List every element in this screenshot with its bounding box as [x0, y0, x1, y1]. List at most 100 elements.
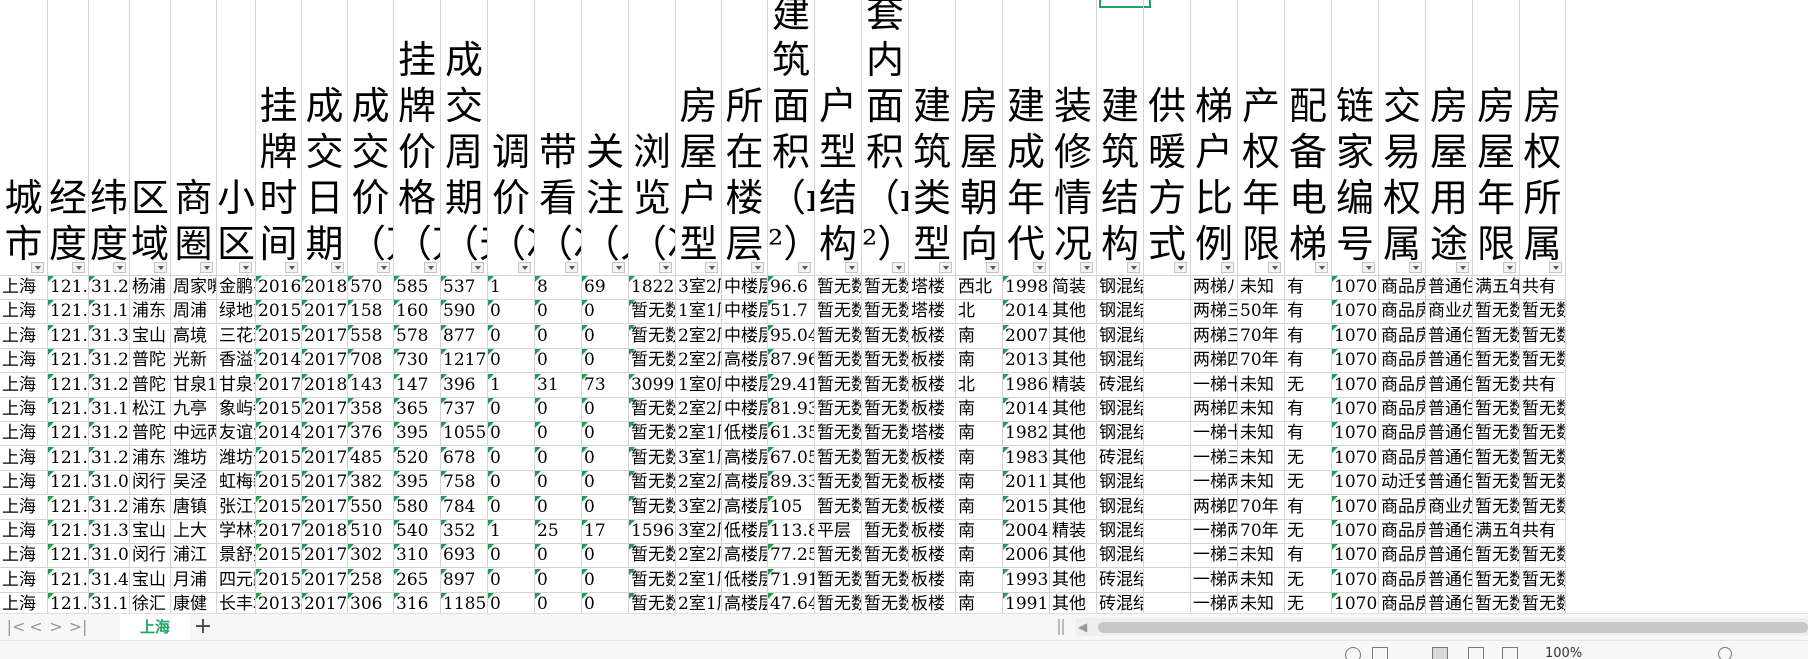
table-cell[interactable]: 121.5: [48, 446, 89, 471]
table-cell[interactable]: 浦东: [130, 446, 171, 471]
table-cell[interactable]: 甘泉1: [171, 373, 217, 398]
table-cell[interactable]: 南: [956, 568, 1003, 593]
table-cell[interactable]: 普通住: [1426, 373, 1473, 398]
table-cell[interactable]: 暂无数: [1473, 446, 1520, 471]
table-cell[interactable]: 暂无数: [815, 324, 862, 349]
filter-dropdown-icon[interactable]: [200, 262, 213, 273]
table-cell[interactable]: 北: [956, 373, 1003, 398]
table-cell[interactable]: 31.10: [89, 300, 130, 325]
table-cell[interactable]: 0: [535, 471, 582, 496]
table-cell[interactable]: 暂无数: [1473, 324, 1520, 349]
table-cell[interactable]: 潍坊十: [217, 446, 256, 471]
table-cell[interactable]: 其他: [1050, 593, 1097, 613]
table-cell[interactable]: 678: [441, 446, 488, 471]
table-cell[interactable]: 暂无数: [815, 593, 862, 613]
table-cell[interactable]: 2004: [1003, 520, 1050, 544]
table-cell[interactable]: 两梯三: [1191, 324, 1238, 349]
table-cell[interactable]: 70年: [1238, 324, 1285, 349]
table-cell[interactable]: 105: [768, 495, 815, 520]
table-cell[interactable]: 758: [441, 471, 488, 496]
table-cell[interactable]: 暂无数: [862, 398, 909, 422]
table-cell[interactable]: 绿地东: [217, 300, 256, 325]
table-cell[interactable]: 无: [1285, 568, 1332, 593]
table-cell[interactable]: 121.5: [48, 276, 89, 300]
table-cell[interactable]: 121.3: [48, 398, 89, 422]
table-cell[interactable]: 0: [488, 544, 535, 569]
table-cell[interactable]: 两梯四: [1191, 398, 1238, 422]
table-cell[interactable]: 普通住: [1426, 446, 1473, 471]
table-cell[interactable]: 2016.1: [256, 276, 302, 300]
table-cell[interactable]: 简装: [1050, 276, 1097, 300]
table-cell[interactable]: 1982: [1003, 422, 1050, 447]
table-cell[interactable]: 普通住: [1426, 422, 1473, 447]
table-cell[interactable]: 0: [488, 324, 535, 349]
table-cell[interactable]: 上海: [0, 349, 48, 374]
table-cell[interactable]: 316: [394, 593, 441, 613]
table-cell[interactable]: 2015.0: [256, 471, 302, 496]
table-cell[interactable]: 87.96: [768, 349, 815, 374]
table-cell[interactable]: 暂无数: [815, 495, 862, 520]
table-cell[interactable]: 钢混结构: [1097, 324, 1144, 349]
table-cell[interactable]: 上海: [0, 593, 48, 613]
table-cell[interactable]: 708: [348, 349, 394, 374]
table-cell[interactable]: 3室1厅: [676, 446, 722, 471]
table-cell[interactable]: 121.4: [48, 593, 89, 613]
table-cell[interactable]: [1144, 544, 1191, 569]
table-cell[interactable]: [1144, 520, 1191, 544]
table-cell[interactable]: 浦江: [171, 544, 217, 569]
table-cell[interactable]: 有: [1285, 495, 1332, 520]
table-cell[interactable]: 10700(: [1332, 544, 1379, 569]
table-cell[interactable]: 160: [394, 300, 441, 325]
sheet-tab-shanghai[interactable]: 上海: [120, 614, 190, 642]
spreadsheet-grid[interactable]: 城市经度纬度区域商圈小区挂牌时间成交日期成交价（万）挂牌价格（万）成交周期（天）…: [0, 0, 1808, 613]
table-cell[interactable]: 钢混结构: [1097, 276, 1144, 300]
horizontal-scrollbar[interactable]: ◀: [1076, 618, 1808, 636]
table-cell[interactable]: 无: [1285, 593, 1332, 613]
table-cell[interactable]: 暂无数: [815, 300, 862, 325]
table-cell[interactable]: 2室2厅: [676, 544, 722, 569]
table-cell[interactable]: 31.16: [89, 593, 130, 613]
table-cell[interactable]: [1144, 349, 1191, 374]
table-cell[interactable]: 未知: [1238, 471, 1285, 496]
table-cell[interactable]: 580: [394, 495, 441, 520]
table-cell[interactable]: 0: [535, 349, 582, 374]
column-header[interactable]: 交易权属: [1379, 0, 1426, 276]
table-cell[interactable]: 暂无数: [862, 422, 909, 447]
table-cell[interactable]: 吴泾: [171, 471, 217, 496]
filter-dropdown-icon[interactable]: [1549, 262, 1562, 273]
table-cell[interactable]: 0: [535, 398, 582, 422]
table-cell[interactable]: 96.6: [768, 276, 815, 300]
table-cell[interactable]: 上海: [0, 471, 48, 496]
table-cell[interactable]: 三花现: [217, 324, 256, 349]
column-header[interactable]: 配备电梯: [1285, 0, 1332, 276]
table-cell[interactable]: 121.4: [48, 349, 89, 374]
table-cell[interactable]: [1144, 276, 1191, 300]
table-cell[interactable]: 10700(: [1332, 422, 1379, 447]
table-cell[interactable]: 1986: [1003, 373, 1050, 398]
table-cell[interactable]: 2室2厅: [676, 471, 722, 496]
table-cell[interactable]: 31.27: [89, 373, 130, 398]
table-cell[interactable]: 上海: [0, 422, 48, 447]
table-cell[interactable]: 302: [348, 544, 394, 569]
table-cell[interactable]: 121.6: [48, 300, 89, 325]
table-cell[interactable]: 板楼: [909, 349, 956, 374]
table-cell[interactable]: 31.31: [89, 520, 130, 544]
column-header[interactable]: 成交价（万）: [348, 0, 394, 276]
table-cell[interactable]: 1室1厅: [676, 300, 722, 325]
table-cell[interactable]: 友谊大: [217, 422, 256, 447]
table-cell[interactable]: 砖混结构: [1097, 568, 1144, 593]
table-cell[interactable]: 暂无数: [862, 300, 909, 325]
table-cell[interactable]: 一梯两: [1191, 593, 1238, 613]
table-cell[interactable]: 31.04: [89, 471, 130, 496]
table-cell[interactable]: [1144, 471, 1191, 496]
table-cell[interactable]: 1993: [1003, 568, 1050, 593]
table-cell[interactable]: 商品房: [1379, 349, 1426, 374]
table-cell[interactable]: 578: [394, 324, 441, 349]
filter-dropdown-icon[interactable]: [113, 262, 126, 273]
table-cell[interactable]: 精装: [1050, 373, 1097, 398]
table-cell[interactable]: 商品房: [1379, 324, 1426, 349]
table-cell[interactable]: 2017.0: [302, 349, 348, 374]
table-cell[interactable]: 558: [348, 324, 394, 349]
table-cell[interactable]: 2室2厅: [676, 324, 722, 349]
table-cell[interactable]: 0: [582, 568, 629, 593]
